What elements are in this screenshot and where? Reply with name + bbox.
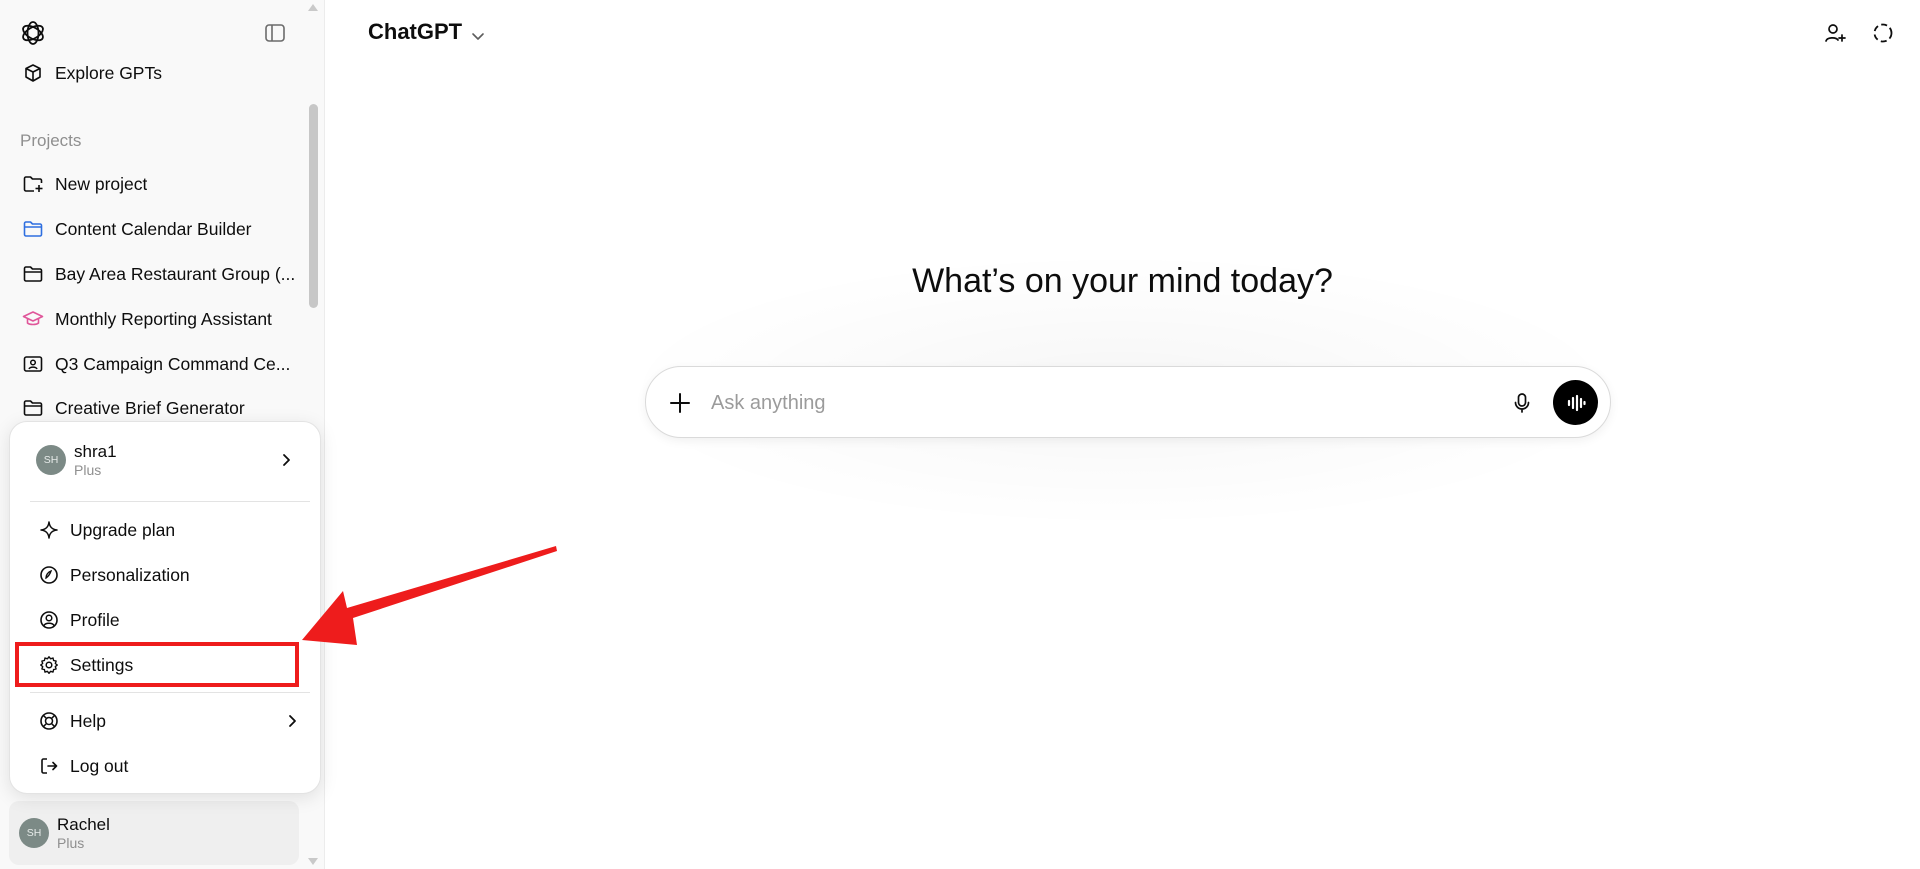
add-person-icon[interactable]	[1822, 20, 1848, 46]
graduation-cap-icon	[22, 308, 44, 330]
openai-logo-icon[interactable]	[18, 18, 48, 48]
menu-item-profile[interactable]: Profile	[16, 599, 314, 641]
chevron-right-icon	[284, 713, 300, 729]
sidebar-item-label: Content Calendar Builder	[55, 218, 252, 239]
composer	[645, 366, 1611, 438]
chevron-right-icon	[278, 452, 294, 468]
waveform-icon	[1567, 394, 1586, 411]
sidebar-item-new-project[interactable]: New project	[12, 164, 302, 204]
account-menu: SH shra1 Plus Upgrade plan Personalizati…	[9, 421, 321, 794]
menu-item-label: Log out	[70, 755, 129, 776]
sidebar-toggle-icon[interactable]	[262, 20, 288, 46]
projects-section-label: Projects	[20, 131, 82, 150]
folder-user-icon	[22, 353, 44, 375]
menu-divider	[30, 501, 310, 502]
sidebar-item-label: Q3 Campaign Command Ce...	[55, 353, 291, 374]
menu-item-log-out[interactable]: Log out	[16, 745, 314, 787]
model-title: ChatGPT	[368, 19, 463, 44]
account-switcher[interactable]: SH shra1 Plus	[16, 430, 314, 490]
settings-highlight-annotation	[15, 642, 299, 687]
menu-item-personalization[interactable]: Personalization	[16, 554, 314, 596]
avatar: SH	[36, 445, 66, 475]
sidebar-item-label: New project	[55, 173, 148, 194]
sidebar-item-explore-gpts[interactable]: Explore GPTs	[12, 53, 302, 93]
prompt-input[interactable]	[711, 387, 1491, 419]
menu-item-label: Personalization	[70, 564, 190, 585]
chevron-down-icon	[470, 24, 486, 40]
sidebar-item-q3-campaign-command-center[interactable]: Q3 Campaign Command Ce...	[12, 344, 302, 384]
folder-plus-icon	[22, 173, 44, 195]
lifebuoy-icon	[38, 710, 60, 732]
avatar: SH	[19, 818, 49, 848]
profile-icon	[38, 609, 60, 631]
logout-icon	[38, 755, 60, 777]
folder-icon	[22, 218, 44, 240]
microphone-icon[interactable]	[1508, 389, 1536, 417]
folder-icon	[22, 397, 44, 419]
model-selector[interactable]: ChatGPT	[368, 19, 486, 45]
menu-item-label: Upgrade plan	[70, 519, 176, 540]
sidebar-item-label: Monthly Reporting Assistant	[55, 308, 272, 329]
sidebar-item-monthly-reporting-assistant[interactable]: Monthly Reporting Assistant	[12, 299, 302, 339]
voice-mode-button[interactable]	[1553, 380, 1598, 425]
user-plan: Plus	[57, 834, 85, 851]
plus-icon[interactable]	[666, 389, 694, 417]
cube-icon	[22, 62, 44, 84]
sidebar-item-label: Creative Brief Generator	[55, 397, 245, 418]
temporary-chat-icon[interactable]	[1870, 20, 1896, 46]
account-plan: Plus	[74, 461, 102, 478]
personalization-icon	[38, 564, 60, 586]
user-name: Rachel	[57, 815, 110, 835]
menu-divider	[30, 692, 310, 693]
menu-item-help[interactable]: Help	[16, 700, 314, 742]
sidebar-item-label: Explore GPTs	[55, 62, 162, 83]
menu-item-upgrade-plan[interactable]: Upgrade plan	[16, 509, 314, 551]
welcome-headline: What’s on your mind today?	[912, 262, 1333, 300]
sidebar-item-content-calendar-builder[interactable]: Content Calendar Builder	[12, 209, 302, 249]
account-name: shra1	[74, 442, 117, 462]
menu-item-label: Help	[70, 710, 106, 731]
menu-item-label: Profile	[70, 609, 120, 630]
sparkle-icon	[38, 519, 60, 541]
user-account-button[interactable]: SH Rachel Plus	[9, 801, 299, 865]
